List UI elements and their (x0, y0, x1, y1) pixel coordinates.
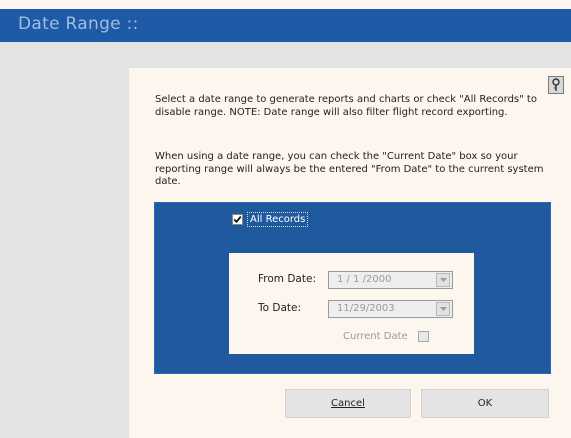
chevron-down-icon (439, 307, 447, 311)
all-records-checkbox[interactable] (232, 213, 243, 225)
window-title: Date Range :: (18, 14, 139, 34)
to-date-label: To Date: (258, 302, 302, 314)
to-date-value: 11/29/2003 (337, 303, 395, 314)
instructions-current-date: When using a date range, you can check t… (155, 151, 544, 187)
ok-button[interactable]: OK (421, 389, 549, 418)
cancel-button[interactable]: Cancel (285, 389, 411, 418)
title-bar: Date Range :: (0, 9, 571, 42)
from-date-dropdown-button[interactable] (436, 273, 450, 287)
to-date-select[interactable]: 11/29/2003 (328, 300, 453, 318)
all-records-option[interactable]: All Records (232, 211, 309, 227)
side-panel (0, 68, 129, 438)
date-range-dialog: Date Range :: Select a date range to gen… (0, 0, 571, 438)
from-date-select[interactable]: 1 / 1 /2000 (328, 271, 453, 289)
from-date-value: 1 / 1 /2000 (337, 274, 392, 285)
all-records-label: All Records (247, 211, 309, 227)
current-date-checkbox[interactable] (417, 331, 429, 342)
instructions-range: Select a date range to generate reports … (155, 94, 537, 118)
ok-button-label: OK (477, 398, 493, 409)
current-date-option[interactable]: Current Date (343, 331, 429, 342)
header-strip (0, 42, 571, 68)
chevron-down-icon (439, 278, 447, 282)
from-date-label: From Date: (258, 273, 316, 285)
cancel-button-label: Cancel (331, 398, 365, 409)
to-date-dropdown-button[interactable] (436, 302, 450, 316)
checkmark-icon (233, 215, 242, 223)
help-icon[interactable] (548, 76, 564, 94)
current-date-label: Current Date (343, 331, 408, 342)
